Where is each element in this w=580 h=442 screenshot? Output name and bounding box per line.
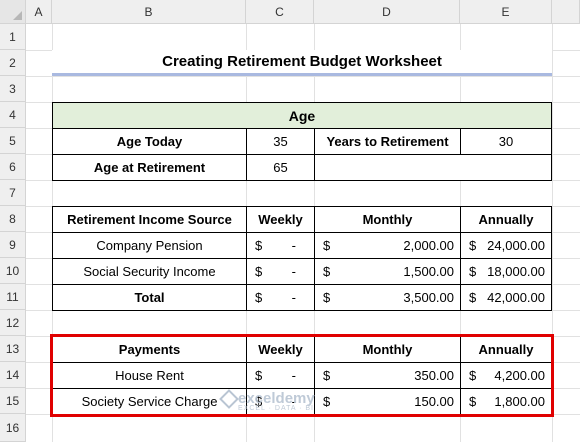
currency-symbol: $ [323,290,331,305]
income-annual-cell[interactable]: $42,000.00 [460,284,552,311]
annual-value: 24,000.00 [487,238,545,253]
row-header-16[interactable]: 16 [0,414,26,442]
row-header-12[interactable]: 12 [0,310,26,336]
empty-cell[interactable] [314,154,552,181]
row-header-13[interactable]: 13 [0,336,26,362]
row-header-5[interactable]: 5 [0,128,26,154]
years-to-retirement-label[interactable]: Years to Retirement [314,128,461,155]
income-annual-cell[interactable]: $18,000.00 [460,258,552,285]
income-total-label[interactable]: Total [52,284,247,311]
annual-value: 42,000.00 [487,290,545,305]
row-header-7[interactable]: 7 [0,180,26,206]
income-source-label[interactable]: Social Security Income [52,258,247,285]
row-header-11[interactable]: 11 [0,284,26,310]
income-annual-cell[interactable]: $24,000.00 [460,232,552,259]
income-header-weekly[interactable]: Weekly [246,206,315,233]
age-at-retirement-label[interactable]: Age at Retirement [52,154,247,181]
income-header-monthly[interactable]: Monthly [314,206,461,233]
currency-symbol: $ [469,290,477,305]
row-header-10[interactable]: 10 [0,258,26,284]
select-all-corner[interactable] [0,0,26,24]
row-header-3[interactable]: 3 [0,76,26,102]
column-header-c[interactable]: C [246,0,314,24]
column-header-f[interactable] [552,0,580,24]
watermark-tagline: EXCEL · DATA · BI [238,405,314,412]
income-source-label[interactable]: Company Pension [52,232,247,259]
column-header-a[interactable]: A [26,0,52,24]
age-today-label[interactable]: Age Today [52,128,247,155]
row-header-8[interactable]: 8 [0,206,26,232]
income-monthly-cell[interactable]: $2,000.00 [314,232,461,259]
monthly-value: 1,500.00 [403,264,454,279]
income-monthly-cell[interactable]: $1,500.00 [314,258,461,285]
years-to-retirement-value[interactable]: 30 [460,128,552,155]
currency-symbol: $ [469,264,477,279]
income-header-annually[interactable]: Annually [460,206,552,233]
row-header-6[interactable]: 6 [0,154,26,180]
monthly-value: 3,500.00 [403,290,454,305]
income-weekly-cell[interactable]: $ - [246,284,315,311]
row-header-1[interactable]: 1 [0,24,26,50]
monthly-value: 2,000.00 [403,238,454,253]
age-header[interactable]: Age [52,102,552,129]
currency-symbol: $ [323,238,331,253]
currency-symbol: $ [255,264,263,279]
row-header-15[interactable]: 15 [0,388,26,414]
row-header-9[interactable]: 9 [0,232,26,258]
worksheet-title[interactable]: Creating Retirement Budget Worksheet [52,50,552,76]
weekly-value: - [291,290,296,305]
currency-symbol: $ [323,264,331,279]
income-monthly-cell[interactable]: $3,500.00 [314,284,461,311]
income-header-source[interactable]: Retirement Income Source [52,206,247,233]
weekly-value: - [291,264,296,279]
column-header-e[interactable]: E [460,0,552,24]
gridline [26,76,580,77]
row-header-2[interactable]: 2 [0,50,26,76]
currency-symbol: $ [469,238,477,253]
currency-symbol: $ [255,238,263,253]
row-header-14[interactable]: 14 [0,362,26,388]
age-today-value[interactable]: 35 [246,128,315,155]
watermark: exceldemy EXCEL · DATA · BI [238,390,315,412]
currency-symbol: $ [255,290,263,305]
row-header-4[interactable]: 4 [0,102,26,128]
column-header-b[interactable]: B [52,0,246,24]
weekly-value: - [291,238,296,253]
income-weekly-cell[interactable]: $ - [246,232,315,259]
age-at-retirement-value[interactable]: 65 [246,154,315,181]
annual-value: 18,000.00 [487,264,545,279]
column-header-d[interactable]: D [314,0,460,24]
income-weekly-cell[interactable]: $ - [246,258,315,285]
spreadsheet: A B C D E 1 2 3 4 5 6 7 8 9 10 11 12 13 … [0,0,580,442]
